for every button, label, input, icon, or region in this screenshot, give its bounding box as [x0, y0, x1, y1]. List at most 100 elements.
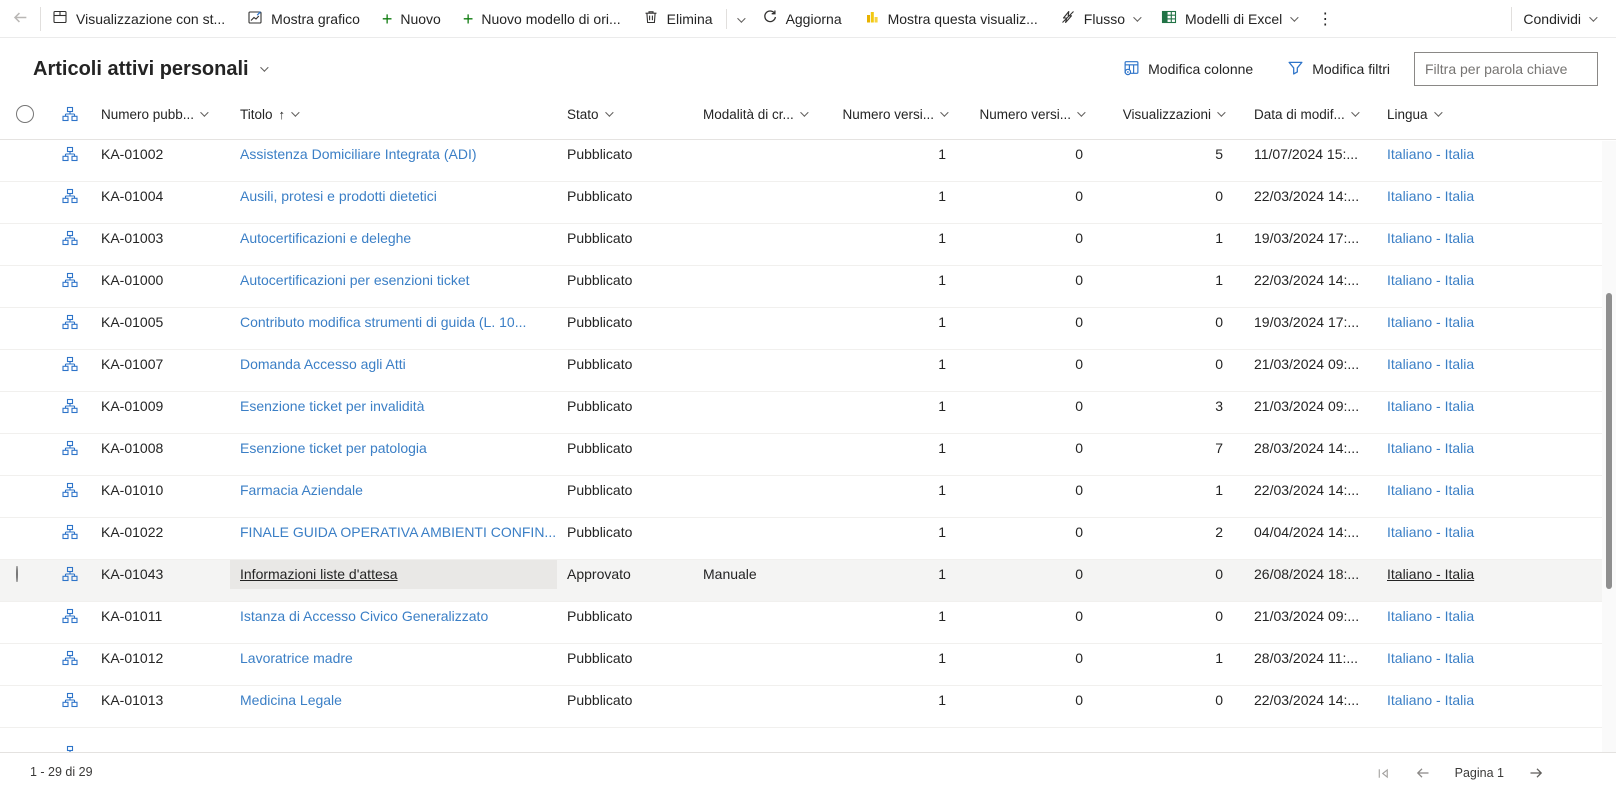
flow-button[interactable]: Flusso — [1049, 4, 1150, 34]
language-link[interactable]: Italiano - Italia — [1387, 146, 1474, 162]
major-version: 1 — [938, 692, 946, 709]
hierarchy-icon[interactable] — [50, 608, 90, 624]
hierarchy-icon[interactable] — [50, 188, 90, 204]
select-all-radio[interactable] — [16, 105, 34, 124]
table-row[interactable]: KA-01012 Lavoratrice madre Pubblicato 1 … — [0, 644, 1616, 686]
hierarchy-column-header — [50, 100, 90, 129]
column-header-visualizzazioni[interactable]: Visualizzazioni — [1087, 100, 1227, 129]
view-count: 0 — [1215, 692, 1223, 709]
article-title-link[interactable]: Contributo modifica strumenti di guida (… — [240, 314, 526, 330]
show-chart-button[interactable]: Mostra grafico — [236, 4, 371, 34]
table-row[interactable]: KA-01002 Assistenza Domiciliare Integrat… — [0, 140, 1616, 182]
article-title-link[interactable]: Ausili, protesi e prodotti dietetici — [240, 188, 437, 204]
delete-button[interactable]: Elimina — [632, 4, 724, 34]
next-page-button[interactable] — [1528, 765, 1544, 781]
new-button[interactable]: + Nuovo — [371, 4, 452, 34]
table-row[interactable]: KA-01010 Farmacia Aziendale Pubblicato 1… — [0, 476, 1616, 518]
article-title-link[interactable]: Lavoratrice madre — [240, 650, 353, 666]
back-button[interactable] — [0, 0, 40, 38]
hierarchy-icon[interactable] — [50, 314, 90, 330]
table-row[interactable]: KA-01013 Medicina Legale Pubblicato 1 0 … — [0, 686, 1616, 728]
previous-page-button[interactable] — [1415, 765, 1431, 781]
table-row[interactable]: KA-01009 Esenzione ticket per invalidità… — [0, 392, 1616, 434]
article-title-link[interactable]: Medicina Legale — [240, 692, 342, 708]
table-row[interactable]: KA-01007 Domanda Accesso agli Atti Pubbl… — [0, 350, 1616, 392]
language-link[interactable]: Italiano - Italia — [1387, 608, 1474, 624]
delete-split-chevron[interactable] — [729, 4, 751, 34]
row-select-radio[interactable] — [16, 566, 18, 583]
hierarchy-icon[interactable] — [50, 272, 90, 288]
refresh-button[interactable]: Aggiorna — [751, 4, 853, 34]
vertical-scrollbar-track[interactable] — [1602, 141, 1616, 752]
article-creation-mode: Manuale — [703, 566, 757, 583]
language-link[interactable]: Italiano - Italia — [1387, 398, 1474, 414]
chevron-down-icon — [604, 108, 614, 118]
column-header-numero-versione-2[interactable]: Numero versi... — [950, 100, 1087, 129]
grid-footer: 1 - 29 di 29 Pagina 1 — [0, 752, 1616, 812]
column-header-modalita[interactable]: Modalità di cr... — [693, 100, 833, 129]
article-title-link[interactable]: Autocertificazioni per esenzioni ticket — [240, 272, 470, 288]
article-title-link[interactable]: Domanda Accesso agli Atti — [240, 356, 406, 372]
hierarchy-icon[interactable] — [50, 692, 90, 708]
article-title-link[interactable]: Autocertificazioni e deleghe — [240, 230, 411, 246]
share-button[interactable]: Condividi — [1512, 4, 1606, 34]
column-header-titolo[interactable]: Titolo ↑ — [230, 100, 557, 129]
article-title-link[interactable]: Informazioni liste d'attesa — [240, 566, 398, 582]
hierarchy-icon[interactable] — [50, 566, 90, 582]
table-row[interactable]: KA-01008 Esenzione ticket per patologia … — [0, 434, 1616, 476]
hierarchy-icon[interactable] — [50, 650, 90, 666]
edit-filters-button[interactable]: Modifica filtri — [1277, 53, 1400, 85]
language-link[interactable]: Italiano - Italia — [1387, 692, 1474, 708]
article-title-link[interactable]: Assistenza Domiciliare Integrata (ADI) — [240, 146, 477, 162]
table-row[interactable]: KA-01005 Contributo modifica strumenti d… — [0, 308, 1616, 350]
hierarchy-icon[interactable] — [50, 440, 90, 456]
hierarchy-icon[interactable] — [50, 482, 90, 498]
language-link[interactable]: Italiano - Italia — [1387, 566, 1474, 582]
minor-version: 0 — [1075, 650, 1083, 667]
language-link[interactable]: Italiano - Italia — [1387, 440, 1474, 456]
hierarchy-icon[interactable] — [50, 146, 90, 162]
new-template-button[interactable]: + Nuovo modello di ori... — [452, 4, 632, 34]
more-commands-button[interactable]: ⋮ — [1307, 4, 1343, 34]
column-header-lingua[interactable]: Lingua — [1360, 100, 1480, 129]
column-header-numero-versione-1[interactable]: Numero versi... — [833, 100, 950, 129]
language-link[interactable]: Italiano - Italia — [1387, 272, 1474, 288]
table-row[interactable]: KA-01003 Autocertificazioni e deleghe Pu… — [0, 224, 1616, 266]
excel-templates-button[interactable]: Modelli di Excel — [1150, 4, 1307, 34]
language-link[interactable]: Italiano - Italia — [1387, 314, 1474, 330]
language-link[interactable]: Italiano - Italia — [1387, 650, 1474, 666]
article-title-link[interactable]: Farmacia Aziendale — [240, 482, 363, 498]
article-title-link[interactable]: Istanza di Accesso Civico Generalizzato — [240, 608, 488, 624]
table-row[interactable]: KA-01022 FINALE GUIDA OPERATIVA AMBIENTI… — [0, 518, 1616, 560]
hierarchy-icon[interactable] — [50, 524, 90, 540]
language-link[interactable]: Italiano - Italia — [1387, 230, 1474, 246]
hierarchy-icon[interactable] — [50, 230, 90, 246]
hierarchy-icon[interactable] — [50, 356, 90, 372]
column-header-data-modifica[interactable]: Data di modif... — [1227, 100, 1360, 129]
article-status: Pubblicato — [567, 440, 633, 457]
minor-version: 0 — [1075, 566, 1083, 583]
modified-date: 11/07/2024 15:... — [1254, 146, 1359, 163]
first-page-button[interactable] — [1376, 766, 1391, 781]
view-selector[interactable]: Articoli attivi personali — [33, 58, 269, 81]
table-row[interactable]: KA-01004 Ausili, protesi e prodotti diet… — [0, 182, 1616, 224]
language-link[interactable]: Italiano - Italia — [1387, 482, 1474, 498]
edit-columns-button[interactable]: Modifica colonne — [1113, 53, 1263, 85]
major-version: 1 — [938, 188, 946, 205]
language-link[interactable]: Italiano - Italia — [1387, 524, 1474, 540]
article-title-link[interactable]: Esenzione ticket per patologia — [240, 440, 427, 456]
article-title-link[interactable]: Esenzione ticket per invalidità — [240, 398, 424, 414]
language-link[interactable]: Italiano - Italia — [1387, 188, 1474, 204]
column-header-stato[interactable]: Stato — [557, 100, 693, 129]
table-row[interactable]: KA-01043 Informazioni liste d'attesa App… — [0, 560, 1616, 602]
hierarchy-icon[interactable] — [50, 398, 90, 414]
article-title-link[interactable]: FINALE GUIDA OPERATIVA AMBIENTI CONFIN..… — [240, 524, 556, 540]
table-row[interactable]: KA-01000 Autocertificazioni per esenzion… — [0, 266, 1616, 308]
keyword-filter-input[interactable] — [1414, 52, 1598, 86]
language-link[interactable]: Italiano - Italia — [1387, 356, 1474, 372]
column-header-numero-pubblicazione[interactable]: Numero pubb... — [90, 100, 230, 129]
vertical-scrollbar-thumb[interactable] — [1606, 293, 1612, 589]
switch-view-button[interactable]: Visualizzazione con st... — [41, 4, 236, 34]
table-row[interactable]: KA-01011 Istanza di Accesso Civico Gener… — [0, 602, 1616, 644]
show-visualization-button[interactable]: Mostra questa visualiz... — [853, 4, 1049, 34]
